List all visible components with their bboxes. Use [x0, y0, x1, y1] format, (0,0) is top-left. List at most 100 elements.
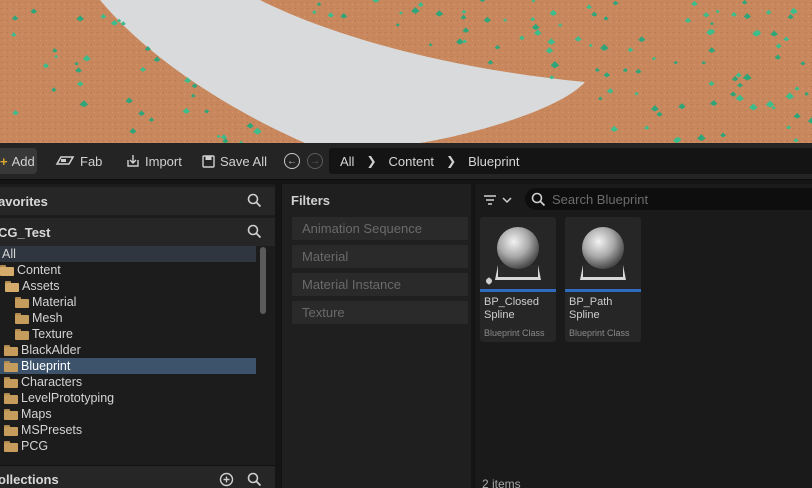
tree-item-material[interactable]: Material	[0, 294, 256, 310]
search-input[interactable]	[552, 191, 802, 207]
search-icon[interactable]	[247, 472, 262, 487]
tree-item-content[interactable]: Content	[0, 262, 256, 278]
project-header[interactable]: CG_Test	[0, 218, 275, 246]
filter-icon	[484, 195, 496, 205]
fab-icon	[55, 156, 75, 165]
tree-item-mesh[interactable]: Mesh	[0, 310, 256, 326]
tree-item-label: MSPresets	[21, 423, 83, 437]
content-browser-toolbar: + Add Fab Import Save All ← → All ❯ Cont…	[0, 143, 812, 180]
tree-item-label: Texture	[32, 327, 73, 341]
tree-item-label: PCG	[21, 439, 49, 453]
tree-item-levelprototyping[interactable]: LevelPrototyping	[0, 390, 256, 406]
tree-item-pcg[interactable]: PCG	[0, 438, 256, 454]
breadcrumb: All ❯ Content ❯ Blueprint	[329, 148, 812, 174]
folder-icon	[15, 312, 29, 324]
tree-item-label: Mesh	[32, 311, 63, 325]
asset-name: BP_Closed Spline	[484, 296, 540, 321]
search-box[interactable]	[525, 188, 812, 210]
tree-item-blackalder[interactable]: BlackAlder	[0, 342, 256, 358]
sources-panel: avorites CG_Test All Content Assets Materia…	[0, 184, 275, 488]
folder-icon	[4, 376, 18, 388]
folder-icon	[15, 328, 29, 340]
folder-tree: All Content Assets Material Mesh Texture Black…	[0, 246, 258, 462]
folder-icon	[4, 440, 18, 452]
folder-icon	[4, 392, 18, 404]
favorites-label: avorites	[0, 193, 48, 209]
folder-icon	[4, 360, 18, 372]
asset-type: Blueprint Class	[569, 328, 630, 338]
breadcrumb-blueprint[interactable]: Blueprint	[468, 154, 519, 169]
folder-icon	[15, 296, 29, 308]
filter-texture[interactable]: Texture	[292, 301, 468, 324]
tree-item-label: Content	[17, 263, 61, 277]
tree-item-label: Blueprint	[21, 359, 71, 373]
search-icon[interactable]	[247, 193, 262, 208]
filter-material-instance[interactable]: Material Instance	[292, 273, 468, 296]
asset-name: BP_Path Spline	[569, 296, 613, 321]
items-count: 2 items	[482, 477, 521, 488]
add-button[interactable]: + Add	[0, 148, 37, 174]
back-arrow-icon[interactable]: ←	[284, 153, 300, 169]
filters-panel: Filters Animation Sequence Material Mate…	[281, 184, 471, 488]
import-button[interactable]: Import	[126, 148, 182, 174]
tree-item-label: All	[2, 247, 16, 261]
collections-label: ollections	[0, 472, 59, 487]
fab-button-label: Fab	[80, 153, 103, 169]
search-icon[interactable]	[247, 224, 262, 239]
add-circle-icon[interactable]	[219, 472, 234, 487]
tree-item-blueprint[interactable]: Blueprint	[0, 358, 256, 374]
breadcrumb-all[interactable]: All	[340, 154, 354, 169]
terrain-preview	[0, 0, 812, 143]
collections-header[interactable]: ollections	[0, 465, 275, 488]
project-label: CG_Test	[0, 224, 51, 240]
tree-item-mspresets[interactable]: MSPresets	[0, 422, 256, 438]
filter-animation-sequence[interactable]: Animation Sequence	[292, 217, 468, 240]
folder-open-icon	[5, 280, 19, 292]
asset-view-panel: BP_Closed Spline Blueprint Class BP_Path…	[474, 184, 812, 488]
chevron-down-icon	[502, 197, 512, 204]
favorites-header[interactable]: avorites	[0, 187, 275, 215]
level-viewport[interactable]	[0, 0, 812, 143]
tree-item-label: Material	[32, 295, 77, 309]
filters-title: Filters	[291, 193, 331, 208]
breadcrumb-content[interactable]: Content	[389, 154, 435, 169]
tree-item-label: Assets	[22, 279, 60, 293]
sphere-thumbnail-icon	[486, 227, 541, 285]
asset-thumbnail	[565, 217, 641, 289]
save-all-button-label: Save All	[220, 153, 267, 169]
filter-dropdown-button[interactable]	[483, 192, 517, 208]
filter-material[interactable]: Material	[292, 245, 468, 268]
tree-scrollbar[interactable]	[260, 247, 266, 314]
sphere-thumbnail-icon	[580, 227, 626, 280]
folder-icon	[4, 408, 18, 420]
save-icon	[202, 154, 215, 168]
chevron-right-icon[interactable]: ❯	[366, 154, 376, 168]
folder-icon	[4, 424, 18, 436]
import-icon	[127, 155, 139, 167]
asset-type-color-bar	[480, 289, 556, 292]
chevron-right-icon[interactable]: ❯	[446, 154, 456, 168]
asset-type: Blueprint Class	[484, 328, 545, 338]
tree-item-all[interactable]: All	[0, 246, 256, 262]
tree-item-texture[interactable]: Texture	[0, 326, 256, 342]
forward-arrow-icon[interactable]: →	[307, 153, 323, 169]
tree-item-label: Maps	[21, 407, 52, 421]
folder-open-icon	[0, 264, 14, 276]
asset-thumbnail	[480, 217, 556, 289]
fab-button[interactable]: Fab	[55, 148, 102, 174]
asset-type-color-bar	[565, 289, 641, 292]
tree-item-label: Characters	[21, 375, 83, 389]
search-icon	[531, 192, 546, 206]
tree-item-label: LevelPrototyping	[21, 391, 115, 405]
tree-item-label: BlackAlder	[21, 343, 81, 357]
tree-item-characters[interactable]: Characters	[0, 374, 256, 390]
add-button-label: Add	[11, 153, 35, 169]
asset-tile[interactable]: BP_Closed Spline Blueprint Class	[480, 217, 556, 342]
tree-item-assets[interactable]: Assets	[0, 278, 256, 294]
save-all-button[interactable]: Save All	[202, 148, 267, 174]
tree-item-maps[interactable]: Maps	[0, 406, 256, 422]
folder-icon	[4, 344, 18, 356]
plus-icon: +	[0, 153, 8, 169]
asset-tile[interactable]: BP_Path Spline Blueprint Class	[565, 217, 641, 342]
import-button-label: Import	[145, 153, 182, 169]
